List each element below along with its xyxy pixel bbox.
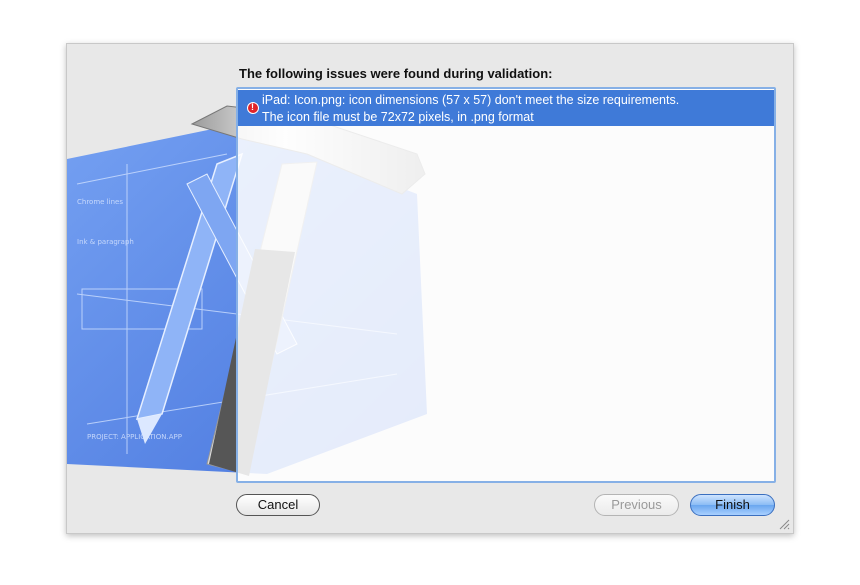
issue-text: iPad: Icon.png: icon dimensions (57 x 57… <box>262 92 679 126</box>
svg-text:Ink & paragraph: Ink & paragraph <box>77 238 134 246</box>
issue-line-1: iPad: Icon.png: icon dimensions (57 x 57… <box>262 93 680 107</box>
finish-button[interactable]: Finish <box>690 494 775 516</box>
issues-heading: The following issues were found during v… <box>239 66 553 81</box>
issue-row[interactable]: iPad: Icon.png: icon dimensions (57 x 57… <box>238 90 774 126</box>
issue-line-2: The icon file must be 72x72 pixels, in .… <box>262 110 534 124</box>
previous-button[interactable]: Previous <box>594 494 679 516</box>
error-icon <box>247 99 259 116</box>
issues-list[interactable]: iPad: Icon.png: icon dimensions (57 x 57… <box>236 87 776 483</box>
validation-dialog: Chrome lines Ink & paragraph PROJECT: AP… <box>66 43 794 534</box>
cancel-button[interactable]: Cancel <box>236 494 320 516</box>
svg-text:PROJECT: APPLICATION.APP: PROJECT: APPLICATION.APP <box>87 433 182 441</box>
resize-grip-icon[interactable] <box>778 518 790 530</box>
svg-text:Chrome lines: Chrome lines <box>77 198 123 206</box>
